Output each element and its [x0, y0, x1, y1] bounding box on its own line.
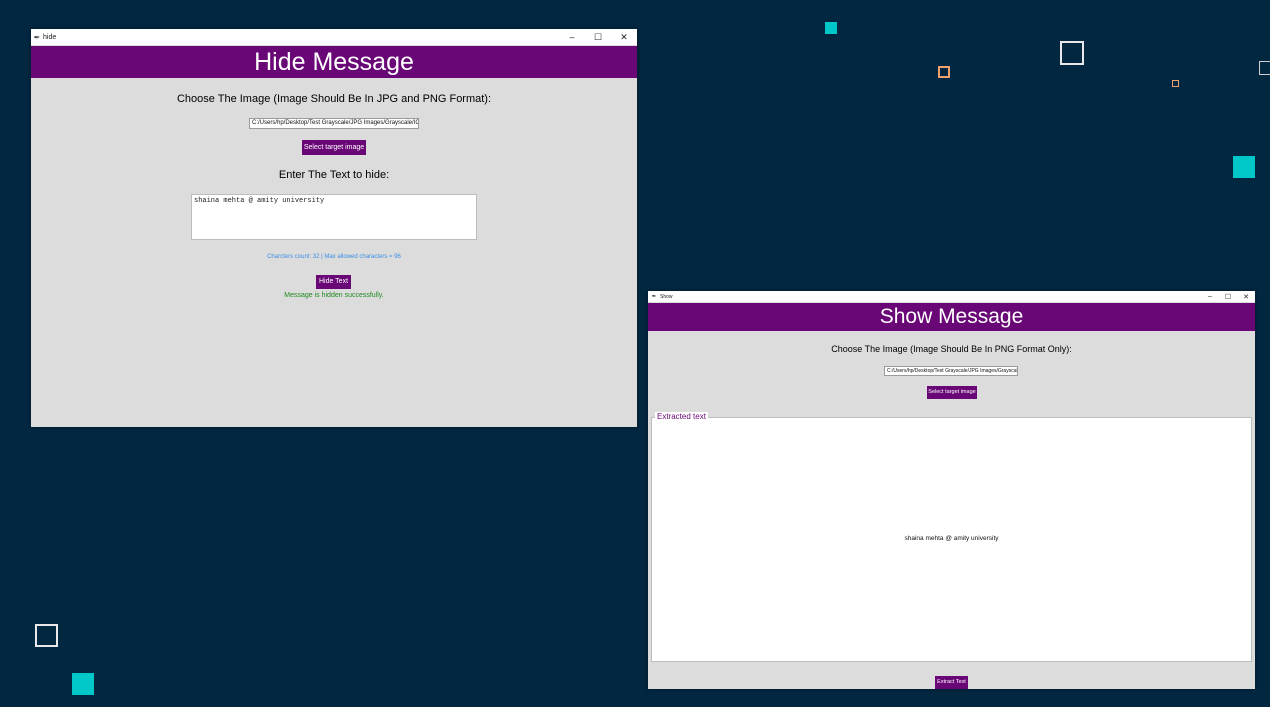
show-window: ✒ Show – ☐ ✕ Show Message Choose The Ima…: [648, 291, 1255, 689]
hide-path-field[interactable]: C:/Users/hp/Desktop/Test Grayscale/JPG I…: [249, 118, 419, 129]
feather-icon: ✒: [33, 32, 41, 42]
show-path-field[interactable]: C:/Users/hp/Desktop/Test Grayscale/JPG I…: [884, 366, 1018, 376]
show-select-image-button[interactable]: Select target image: [927, 386, 977, 399]
hide-choose-label: Choose The Image (Image Should Be In JPG…: [176, 93, 492, 105]
maximize-icon[interactable]: ☐: [585, 32, 611, 43]
hide-window-title: hide: [43, 33, 57, 41]
show-choose-label: Choose The Image (Image Should Be In PNG…: [831, 344, 1072, 354]
deco-square-orange-2: [1172, 80, 1179, 87]
deco-square-white-3: [35, 624, 58, 647]
minimize-icon[interactable]: –: [1201, 293, 1219, 300]
deco-square-white-2: [1259, 61, 1270, 75]
feather-icon: ✒: [651, 294, 657, 300]
extracted-text-value: shaina mehta @ amity university: [904, 535, 999, 542]
extracted-text-legend: Extracted text: [655, 412, 708, 421]
hide-char-count: Charcters count: 32 | Max allowed charac…: [267, 254, 401, 260]
hide-banner-title: Hide Message: [254, 48, 414, 76]
deco-square-white-1: [1060, 41, 1084, 65]
hide-text-button[interactable]: Hide Text: [316, 275, 351, 289]
show-window-titlebar[interactable]: ✒ Show – ☐ ✕: [648, 291, 1255, 302]
hide-window: ✒ hide – ☐ ✕ Hide Message Choose The Ima…: [31, 29, 637, 427]
maximize-icon[interactable]: ☐: [1219, 293, 1237, 301]
hide-window-titlebar[interactable]: ✒ hide – ☐ ✕: [31, 29, 637, 45]
close-icon[interactable]: ✕: [1237, 293, 1255, 301]
deco-square-cyan-2: [1233, 156, 1255, 178]
hide-banner: Hide Message: [31, 46, 637, 78]
hide-select-image-button[interactable]: Select target image: [302, 140, 366, 155]
extracted-text-frame: Extracted text shaina mehta @ amity univ…: [651, 412, 1252, 662]
minimize-icon[interactable]: –: [559, 32, 585, 42]
show-window-title: Show: [660, 293, 673, 300]
extract-text-button[interactable]: Extract Text: [935, 676, 968, 689]
deco-square-cyan-3: [72, 673, 94, 695]
deco-square-orange-1: [938, 66, 950, 78]
close-icon[interactable]: ✕: [611, 32, 637, 43]
show-banner-title: Show Message: [879, 305, 1024, 328]
show-banner: Show Message: [648, 303, 1255, 331]
hide-message-textarea[interactable]: shaina mehta @ amity university: [191, 194, 477, 240]
hide-status: Message is hidden successfully.: [284, 292, 384, 299]
hide-enter-label: Enter The Text to hide:: [278, 169, 390, 181]
deco-square-cyan-1: [825, 22, 837, 34]
